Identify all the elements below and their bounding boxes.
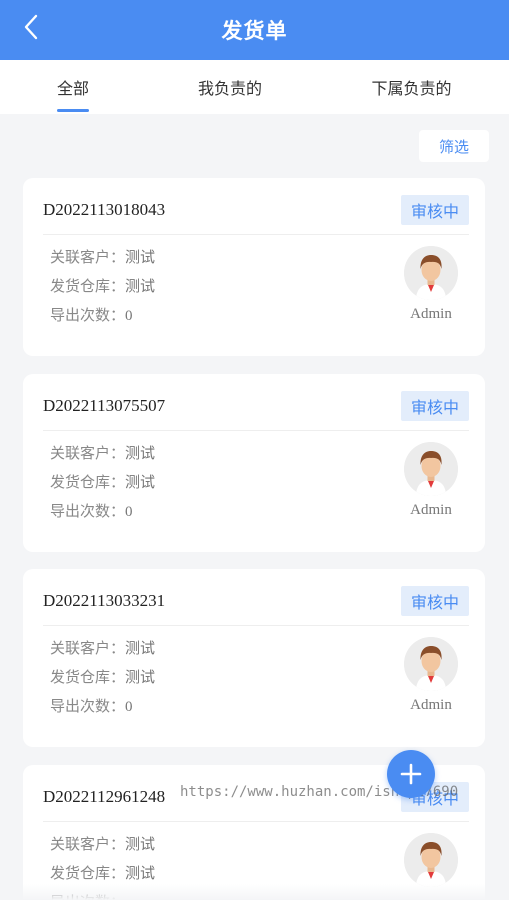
filter-button[interactable]: 筛选 <box>419 130 489 162</box>
warehouse-field: 发货仓库：测试 <box>50 471 155 492</box>
warehouse-field: 发货仓库：测试 <box>50 275 155 296</box>
order-card[interactable]: D2022113033231 审核中 关联客户：测试 发货仓库：测试 导出次数：… <box>23 569 485 747</box>
warehouse-label: 发货仓库： <box>50 864 126 882</box>
order-number: D2022112961248 <box>43 787 166 806</box>
warehouse-value: 测试 <box>125 277 156 295</box>
tab-subordinates[interactable]: 下属负责的 <box>314 60 509 114</box>
warehouse-label: 发货仓库： <box>50 473 126 491</box>
export-count-field: 导出次数：0 <box>50 500 133 521</box>
card-divider <box>43 821 469 822</box>
export-count-label: 导出次数： <box>50 306 126 324</box>
warehouse-value: 测试 <box>125 668 156 686</box>
owner-name: Admin <box>410 697 452 713</box>
customer-label: 关联客户： <box>50 444 126 462</box>
warehouse-field: 发货仓库：测试 <box>50 862 155 883</box>
chevron-left-icon <box>24 14 38 40</box>
tab-active-indicator <box>57 109 89 112</box>
customer-label: 关联客户： <box>50 248 126 266</box>
export-count-label: 导出次数： <box>50 502 126 520</box>
customer-field: 关联客户：测试 <box>50 442 155 463</box>
card-divider <box>43 625 469 626</box>
page-title: 发货单 <box>221 19 288 43</box>
card-divider <box>43 234 469 235</box>
order-number: D2022113075507 <box>43 396 166 415</box>
warehouse-label: 发货仓库： <box>50 668 126 686</box>
add-order-button[interactable] <box>387 750 435 798</box>
customer-field: 关联客户：测试 <box>50 637 155 658</box>
tab-all[interactable]: 全部 <box>0 60 146 114</box>
export-count-field: 导出次数：0 <box>50 695 133 716</box>
avatar <box>404 442 458 496</box>
plus-icon <box>400 763 422 785</box>
customer-field: 关联客户：测试 <box>50 246 155 267</box>
tab-mine[interactable]: 我负责的 <box>146 60 314 114</box>
avatar <box>404 637 458 691</box>
order-number: D2022113018043 <box>43 200 166 219</box>
customer-label: 关联客户： <box>50 835 126 853</box>
tab-label: 我负责的 <box>197 79 262 98</box>
owner-name: Admin <box>410 306 452 322</box>
customer-value: 测试 <box>125 444 156 462</box>
customer-value: 测试 <box>125 639 156 657</box>
tab-label: 下属负责的 <box>371 79 452 98</box>
customer-label: 关联客户： <box>50 639 126 657</box>
tab-label: 全部 <box>56 79 89 98</box>
customer-value: 测试 <box>125 835 156 853</box>
back-button[interactable] <box>16 12 46 42</box>
tab-bar: 全部 我负责的 下属负责的 <box>0 60 509 114</box>
customer-value: 测试 <box>125 248 156 266</box>
warehouse-label: 发货仓库： <box>50 277 126 295</box>
status-badge: 审核中 <box>401 391 469 421</box>
avatar <box>404 246 458 300</box>
warehouse-value: 测试 <box>125 864 156 882</box>
export-count-value: 0 <box>125 308 133 324</box>
warehouse-field: 发货仓库：测试 <box>50 666 155 687</box>
warehouse-value: 测试 <box>125 473 156 491</box>
app-header: 发货单 <box>0 0 509 60</box>
card-divider <box>43 430 469 431</box>
status-badge: 审核中 <box>401 586 469 616</box>
owner-name: Admin <box>410 502 452 518</box>
avatar <box>404 833 458 887</box>
export-count-value: 0 <box>125 699 133 715</box>
export-count-field: 导出次数：0 <box>50 304 133 325</box>
status-badge: 审核中 <box>401 195 469 225</box>
order-card[interactable]: D2022113018043 审核中 关联客户：测试 发货仓库：测试 导出次数：… <box>23 178 485 356</box>
customer-field: 关联客户：测试 <box>50 833 155 854</box>
bottom-fade <box>0 884 509 900</box>
order-number: D2022113033231 <box>43 591 166 610</box>
order-card[interactable]: D2022113075507 审核中 关联客户：测试 发货仓库：测试 导出次数：… <box>23 374 485 552</box>
export-count-label: 导出次数： <box>50 697 126 715</box>
export-count-value: 0 <box>125 504 133 520</box>
